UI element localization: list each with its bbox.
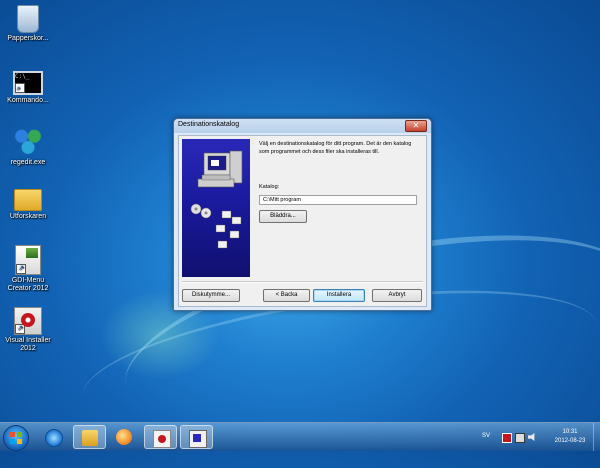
clock-time: 10:31 <box>562 429 578 435</box>
taskbar-setup-window[interactable] <box>180 425 213 449</box>
desktop-icon-label: regedit.exe <box>10 159 46 166</box>
desktop-icon-gdi-menu-creator[interactable]: ↗ GDI-Menu Creator 2012 <box>0 243 56 293</box>
shortcut-arrow-icon: ↗ <box>15 83 25 93</box>
desktop-icon-recycle-bin[interactable]: Papperskor... <box>0 3 56 43</box>
command-prompt-icon: C:\_ ↗ <box>13 71 43 95</box>
installer-banner <box>182 139 250 277</box>
shortcut-arrow-icon: ↗ <box>16 264 26 274</box>
install-button[interactable]: Installera <box>313 289 365 302</box>
computer-install-illustration-icon <box>190 150 243 249</box>
folder-icon <box>82 430 98 446</box>
close-button[interactable]: ✕ <box>405 120 427 132</box>
taskbar: SV 10:31 2012-08-23 <box>0 422 600 451</box>
start-button[interactable] <box>3 425 29 451</box>
volume-icon[interactable] <box>528 433 535 441</box>
desktop-icon-command-prompt[interactable]: C:\_ ↗ Kommando... <box>0 65 56 105</box>
recycle-bin-icon <box>17 5 39 33</box>
action-center-icon[interactable] <box>502 433 512 443</box>
setup-window-icon <box>189 430 207 448</box>
gdi-menu-creator-icon: ↗ <box>15 245 41 275</box>
back-button[interactable]: < Backa <box>263 289 310 302</box>
desktop-icon-label: Papperskor... <box>7 35 49 42</box>
media-player-icon <box>116 429 132 445</box>
clock[interactable]: 10:31 2012-08-23 <box>548 428 592 446</box>
network-icon[interactable] <box>515 433 525 443</box>
dialog-body: Välj en destinationskatalog för ditt pro… <box>178 135 427 307</box>
regedit-icon <box>12 125 44 157</box>
destination-folder-input[interactable] <box>259 195 417 205</box>
internet-explorer-icon <box>45 429 63 447</box>
desktop-icon-label: Kommando... <box>7 97 49 104</box>
language-indicator[interactable]: SV <box>482 433 490 439</box>
cancel-button[interactable]: Avbryt <box>372 289 422 302</box>
desktop-icon-explorer[interactable]: Utforskaren <box>0 183 56 221</box>
taskbar-visual-installer[interactable] <box>144 425 177 449</box>
close-icon: ✕ <box>412 121 420 130</box>
desktop-icon-label: Utforskaren <box>9 213 47 220</box>
clock-date: 2012-08-23 <box>554 438 586 444</box>
desktop-icon-label: GDI-Menu Creator 2012 <box>7 277 49 292</box>
destination-folder-dialog: Destinationskatalog ✕ Välj en destinatio… <box>173 118 432 311</box>
taskbar-media-player[interactable] <box>108 425 141 449</box>
show-desktop-button[interactable] <box>593 423 600 451</box>
browse-button[interactable]: Bläddra... <box>259 210 307 223</box>
desktop-icon-regedit[interactable]: regedit.exe <box>0 125 56 167</box>
disk-space-button[interactable]: Diskutymme... <box>182 289 240 302</box>
desktop-icon-label: Visual Installer 2012 <box>5 337 51 352</box>
dialog-description: Välj en destinationskatalog för ditt pro… <box>259 141 412 155</box>
taskbar-explorer[interactable] <box>73 425 106 449</box>
folder-icon <box>14 189 42 211</box>
dialog-titlebar[interactable]: Destinationskatalog ✕ <box>174 119 431 133</box>
desktop-icon-visual-installer[interactable]: ↗ Visual Installer 2012 <box>0 304 56 353</box>
dialog-title: Destinationskatalog <box>178 121 240 128</box>
taskbar-internet-explorer[interactable] <box>37 425 70 449</box>
visual-installer-icon <box>153 430 171 448</box>
dialog-separator <box>182 281 423 283</box>
shortcut-arrow-icon: ↗ <box>15 324 25 334</box>
visual-installer-icon: ↗ <box>14 307 42 335</box>
folder-label: Katalog: <box>259 184 280 190</box>
